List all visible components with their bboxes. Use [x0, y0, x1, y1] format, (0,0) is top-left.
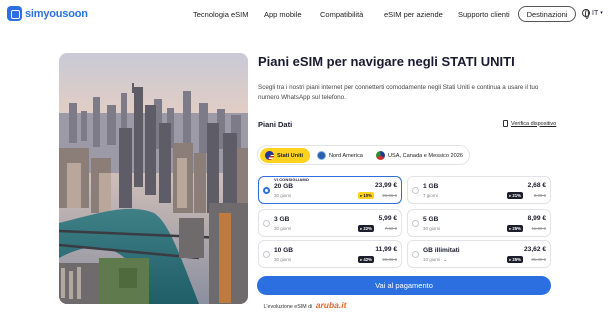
- plan-duration: 30 giorni: [274, 192, 292, 198]
- chevron-down-icon: ⌄: [443, 256, 448, 263]
- aruba-logo[interactable]: aruba.it: [316, 300, 347, 310]
- discount-value: 10%: [363, 193, 372, 198]
- checkout-button[interactable]: Vai al pagamento: [257, 276, 551, 295]
- multi-flag-icon: [376, 151, 385, 160]
- tag-icon: ▸: [509, 225, 512, 231]
- verify-device-link[interactable]: Verifica dispositivo: [503, 120, 556, 127]
- region-tabs: Stati Uniti Nord America USA, Canada e M…: [257, 145, 470, 165]
- nav-esim-aziende[interactable]: eSIM per aziende: [384, 10, 443, 19]
- discount-badge: ▸ 42%: [358, 256, 374, 263]
- old-price: 31,49 €: [531, 256, 546, 262]
- plan-card-20gb[interactable]: VI CONSIGLIAMO 20 GB 30 giorni 23,99 € ▸…: [258, 176, 402, 204]
- old-price: 20,69 €: [382, 256, 397, 262]
- language-selector[interactable]: IT ▾: [582, 9, 603, 19]
- plan-price: 11,99 €: [375, 246, 397, 253]
- discount-badge: ▸ 25%: [507, 256, 523, 263]
- verify-device-label: Verifica dispositivo: [511, 120, 557, 127]
- globe-americas-icon: [317, 151, 326, 160]
- plan-price: 5,99 €: [378, 215, 397, 222]
- tab-usa-canada-messico[interactable]: USA, Canada e Messico 2026: [371, 148, 469, 163]
- old-price: 7,69 €: [384, 225, 397, 231]
- chicago-skyline-image: [59, 53, 248, 304]
- nav-app-mobile[interactable]: App mobile: [264, 10, 302, 19]
- plan-card-unlimited[interactable]: GB illimitati 10 giorni ⌄ 23,62 € ▸ 25% 31…: [407, 240, 551, 268]
- discount-value: 25%: [512, 257, 521, 262]
- discount-badge: ▸ 22%: [358, 225, 374, 232]
- footer-note-text: L'evoluzione eSIM di: [263, 304, 313, 310]
- old-price: 26,55 €: [382, 192, 397, 198]
- tab-label: Stati Uniti: [277, 152, 304, 159]
- plan-duration: 7 giorni: [423, 192, 438, 198]
- plan-price: 23,99 €: [375, 182, 397, 189]
- discount-value: 21%: [512, 193, 521, 198]
- plan-data: 5 GB: [423, 216, 439, 223]
- discount-value: 42%: [363, 257, 372, 262]
- plan-price: 23,62 €: [524, 246, 546, 253]
- old-price: 3,39 €: [533, 192, 546, 198]
- plan-data: GB illimitati: [423, 247, 460, 254]
- plan-radio[interactable]: [263, 220, 270, 227]
- plan-data: 3 GB: [274, 216, 290, 223]
- plan-duration: 30 giorni: [274, 256, 292, 262]
- language-code: IT: [592, 9, 599, 17]
- plan-duration: 10 giorni: [423, 256, 441, 262]
- destinations-button[interactable]: Destinazioni: [518, 6, 576, 22]
- tag-icon: ▸: [509, 192, 512, 198]
- city-photo: [59, 53, 248, 304]
- tag-icon: ▸: [360, 256, 363, 262]
- footer-note: L'evoluzione eSIM di aruba.it: [0, 300, 610, 310]
- plans-heading: Piani Dati: [258, 120, 293, 129]
- discount-badge: ▸ 25%: [507, 225, 523, 232]
- plan-card-5gb[interactable]: 5 GB 30 giorni 8,99 € ▸ 25% 11,99 €: [407, 209, 551, 237]
- tag-icon: ▸: [360, 192, 363, 198]
- plan-price: 8,99 €: [527, 215, 546, 222]
- plan-duration-select[interactable]: 10 giorni ⌄: [423, 257, 447, 263]
- plan-card-10gb[interactable]: 10 GB 30 giorni 11,99 € ▸ 42% 20,69 €: [258, 240, 402, 268]
- tab-label: USA, Canada e Messico 2026: [388, 152, 463, 159]
- tab-label: Nord America: [329, 152, 363, 159]
- plan-card-1gb[interactable]: 1 GB 7 giorni 2,68 € ▸ 21% 3,39 €: [407, 176, 551, 204]
- plan-price: 2,68 €: [527, 182, 546, 189]
- plan-radio[interactable]: [412, 251, 419, 258]
- discount-badge: ▸ 21%: [507, 192, 523, 199]
- nav-tecnologia-esim[interactable]: Tecnologia eSIM: [193, 10, 248, 19]
- us-flag-icon: [265, 151, 274, 160]
- tab-stati-uniti[interactable]: Stati Uniti: [260, 148, 310, 163]
- plan-radio[interactable]: [263, 187, 270, 194]
- old-price: 11,99 €: [531, 225, 546, 231]
- tab-nord-america[interactable]: Nord America: [312, 148, 370, 163]
- plan-radio[interactable]: [412, 220, 419, 227]
- plan-duration: 30 giorni: [423, 225, 441, 231]
- nav-compatibilita[interactable]: Compatibilità: [320, 10, 363, 19]
- plan-radio[interactable]: [412, 187, 419, 194]
- page-description: Scegli tra i nostri piani internet per c…: [258, 84, 539, 101]
- nav-supporto-clienti[interactable]: Supporto clienti: [458, 10, 510, 19]
- plan-data: 1 GB: [423, 183, 439, 190]
- tag-icon: ▸: [509, 256, 512, 262]
- discount-value: 22%: [363, 226, 372, 231]
- page-title: Piani eSIM per navigare negli STATI UNIT…: [258, 54, 515, 69]
- plan-duration: 30 giorni: [274, 225, 292, 231]
- plan-radio[interactable]: [263, 251, 270, 258]
- discount-value: 25%: [512, 226, 521, 231]
- recommended-label: VI CONSIGLIAMO: [274, 177, 309, 182]
- chevron-down-icon: ▾: [600, 10, 603, 16]
- plan-data: 20 GB: [274, 183, 294, 190]
- tag-icon: ▸: [360, 225, 363, 231]
- discount-badge: ▸ 10%: [358, 192, 374, 199]
- phone-icon: [503, 120, 508, 127]
- top-header: simyousoon Tecnologia eSIM App mobile Co…: [0, 0, 610, 30]
- plan-data: 10 GB: [274, 247, 294, 254]
- plan-card-3gb[interactable]: 3 GB 30 giorni 5,99 € ▸ 22% 7,69 €: [258, 209, 402, 237]
- globe-icon: [582, 9, 590, 19]
